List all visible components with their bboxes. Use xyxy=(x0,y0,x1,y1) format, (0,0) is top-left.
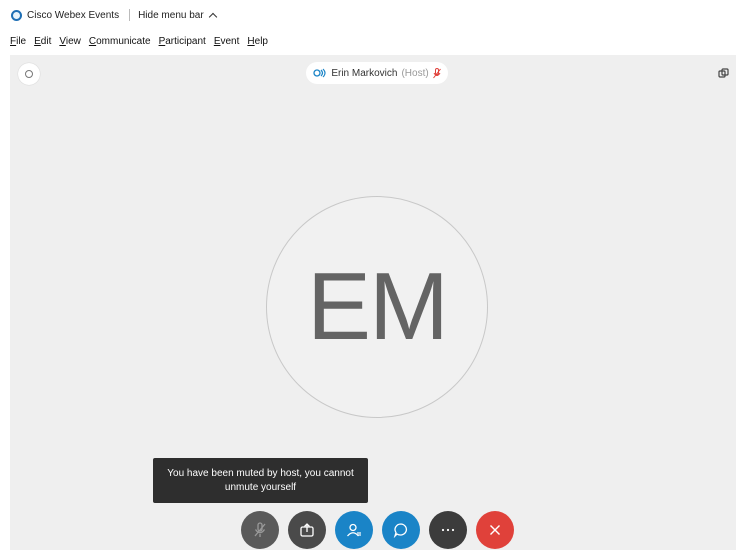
chat-icon xyxy=(393,523,407,538)
popout-button[interactable] xyxy=(714,64,732,82)
menu-edit[interactable]: Edit xyxy=(34,36,51,47)
menu-communicate[interactable]: Communicate xyxy=(89,36,151,47)
menu-view[interactable]: View xyxy=(59,36,81,47)
webex-logo-icon xyxy=(11,9,22,21)
more-button[interactable] xyxy=(429,511,467,549)
title-bar: Cisco Webex Events Hide menu bar xyxy=(0,0,736,30)
avatar-initials: EM xyxy=(307,253,449,360)
meeting-controls xyxy=(241,511,514,549)
microphone-muted-icon xyxy=(432,67,441,78)
microphone-muted-icon xyxy=(254,522,266,537)
speaker-name: Erin Markovich xyxy=(331,67,398,79)
leave-button[interactable] xyxy=(476,511,514,549)
participants-icon xyxy=(347,523,361,537)
share-button[interactable] xyxy=(288,511,326,549)
muted-notification: You have been muted by host, you cannot … xyxy=(153,458,368,503)
video-stage: Erin Markovich (Host) EM You have been m… xyxy=(10,55,736,550)
menu-file[interactable]: File xyxy=(10,36,26,47)
muted-notification-text: You have been muted by host, you cannot … xyxy=(167,467,354,493)
hide-menu-bar-label: Hide menu bar xyxy=(138,9,204,21)
menu-event[interactable]: Event xyxy=(214,36,240,47)
active-speaker-label: Erin Markovich (Host) xyxy=(306,62,448,84)
participants-button[interactable] xyxy=(335,511,373,549)
hide-menu-bar-button[interactable]: Hide menu bar xyxy=(138,9,217,21)
close-icon xyxy=(490,525,500,535)
menu-participant[interactable]: Participant xyxy=(159,36,206,47)
chevron-up-icon xyxy=(208,12,217,21)
participant-avatar: EM xyxy=(266,196,488,418)
share-icon xyxy=(300,523,314,537)
mute-button[interactable] xyxy=(241,511,279,549)
chat-button[interactable] xyxy=(382,511,420,549)
speaker-role: (Host) xyxy=(401,67,429,79)
layout-settings-button[interactable] xyxy=(18,63,40,85)
title-separator xyxy=(129,9,131,21)
popout-icon xyxy=(717,67,729,78)
more-options-icon xyxy=(441,528,455,532)
app-title: Cisco Webex Events xyxy=(27,9,120,21)
settings-icon xyxy=(25,70,33,78)
menu-bar: File Edit View Communicate Participant E… xyxy=(0,30,736,52)
speaker-audio-icon xyxy=(313,68,326,78)
menu-help[interactable]: Help xyxy=(247,36,268,47)
webex-window: Cisco Webex Events Hide menu bar File Ed… xyxy=(0,0,736,550)
